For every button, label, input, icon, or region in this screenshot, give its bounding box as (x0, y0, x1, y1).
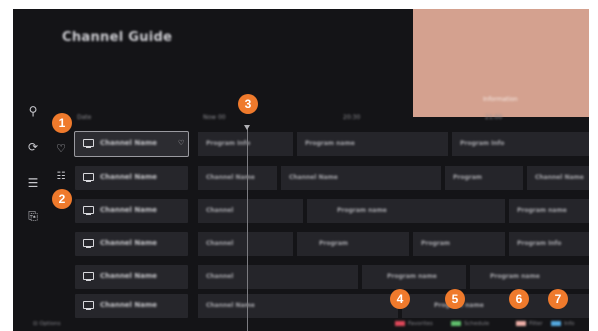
program-title: Program (421, 240, 451, 247)
program-title: Program name (490, 273, 540, 280)
callout-7: 7 (548, 289, 568, 309)
program-cell[interactable]: Program Info (452, 132, 589, 156)
callout-2: 2 (52, 189, 72, 209)
current-time-marker-icon (244, 125, 250, 130)
blue-key-label: Info (564, 321, 575, 327)
program-cell[interactable]: Program Info (509, 232, 589, 256)
options-hint: ⊡ Options (33, 321, 61, 327)
channel-name: Channel Name (100, 206, 158, 214)
program-cell[interactable]: Program name (509, 199, 589, 223)
program-cell[interactable]: Channel (198, 265, 358, 289)
program-cell[interactable]: Program (413, 232, 505, 256)
program-title: Program name (517, 207, 567, 214)
program-cell[interactable]: Program (297, 232, 409, 256)
channel-cell[interactable]: Channel Name (75, 232, 188, 256)
program-cell[interactable]: Program name (362, 265, 466, 289)
channel-name: Channel Name (100, 173, 158, 181)
program-title: Program name (387, 273, 437, 280)
channel-name: Channel Name (100, 139, 158, 147)
program-title: Channel (206, 273, 234, 280)
program-cell[interactable]: Program name (470, 265, 589, 289)
tv-icon (83, 173, 94, 183)
preview-window: Information (413, 9, 589, 117)
channel-cell[interactable]: Channel Name (75, 294, 188, 318)
channel-cell[interactable]: Channel Name (75, 265, 188, 289)
program-cell[interactable]: Program Info (198, 132, 293, 156)
tv-icon (83, 206, 94, 216)
red-key-icon (395, 321, 405, 326)
program-cell[interactable]: Channel Name (198, 166, 277, 190)
time-label-2: 21:00 (485, 114, 503, 121)
green-key-hint[interactable]: Schedule (451, 321, 489, 327)
program-title: Program (453, 174, 483, 181)
green-key-icon (451, 321, 461, 326)
current-time-line (247, 128, 248, 331)
tv-guide-screen: Channel Guide Information ⚲ ⟳ ☰ ⎘ ♡ ☷ Da… (13, 9, 589, 331)
refresh-icon[interactable]: ⟳ (25, 139, 41, 155)
tv-icon (83, 301, 94, 311)
date-label: Date (77, 114, 92, 121)
program-title: Channel Name (535, 174, 584, 181)
source-icon[interactable]: ⎘ (25, 208, 41, 224)
program-title: Program Info (517, 240, 562, 247)
blue-key-icon (551, 321, 561, 326)
program-title: Channel (206, 207, 234, 214)
program-title: Program Info (206, 140, 251, 147)
red-key-hint[interactable]: Favorites (395, 321, 433, 327)
program-title: Channel Name (289, 174, 338, 181)
channel-cell[interactable]: Channel Name (75, 199, 188, 223)
program-cell[interactable]: Channel (198, 199, 303, 223)
bottom-bar: ⊡ Options Favorites Schedule Filter Info (13, 317, 589, 331)
time-label-1: 20:30 (343, 114, 361, 121)
guide-row: Channel Name Channel Program Program Pro… (75, 232, 589, 258)
time-label-0: Now 00 (203, 114, 226, 121)
green-key-label: Schedule (464, 321, 490, 327)
channel-name: Channel Name (100, 272, 158, 280)
favorite-marker-icon: ♡ (178, 139, 185, 147)
callout-1: 1 (52, 113, 72, 133)
search-icon[interactable]: ⚲ (25, 103, 41, 119)
blue-key-hint[interactable]: Info (551, 321, 574, 327)
channel-name: Channel Name (100, 301, 158, 309)
channel-name: Channel Name (100, 239, 158, 247)
channel-cell[interactable]: Channel Name ♡ (74, 131, 189, 157)
favorites-heart-icon[interactable]: ♡ (53, 141, 69, 157)
program-cell[interactable]: Program name (307, 199, 505, 223)
red-key-label: Favorites (408, 321, 433, 327)
tv-icon (83, 272, 94, 282)
tv-icon (83, 239, 94, 249)
program-cell[interactable]: Program (445, 166, 523, 190)
program-title: Program name (337, 207, 387, 214)
back-icon: ⊡ (33, 321, 38, 327)
tv-icon (83, 139, 94, 149)
program-cell[interactable]: Channel Name (198, 294, 398, 318)
guide-row: Channel Name Channel Name Channel Name P… (75, 166, 589, 192)
program-cell[interactable]: Program name (297, 132, 448, 156)
preview-label: Information (483, 96, 518, 103)
yellow-key-icon (516, 321, 526, 326)
program-cell[interactable]: Channel Name (527, 166, 589, 190)
guide-icon[interactable]: ☰ (25, 175, 41, 191)
guide-row: Channel Name ♡ Program Info Program name… (74, 131, 589, 158)
callout-4: 4 (390, 289, 410, 309)
yellow-key-label: Filter (529, 321, 543, 327)
channel-list-icon[interactable]: ☷ (53, 169, 69, 185)
page-title: Channel Guide (62, 30, 173, 45)
program-title: Program name (305, 140, 355, 147)
yellow-key-hint[interactable]: Filter (516, 321, 543, 327)
guide-row: Channel Name Channel Program name Progra… (75, 265, 589, 291)
callout-5: 5 (445, 289, 465, 309)
program-title: Program Info (460, 140, 505, 147)
callout-6: 6 (509, 289, 529, 309)
channel-cell[interactable]: Channel Name (75, 166, 188, 190)
program-cell[interactable]: Channel (198, 232, 293, 256)
program-title: Program (319, 240, 349, 247)
options-hint-label: Options (39, 321, 61, 327)
guide-row: Channel Name Channel Program name Progra… (75, 199, 589, 225)
program-cell[interactable]: Channel Name (281, 166, 441, 190)
callout-3: 3 (238, 94, 258, 114)
program-title: Channel (206, 240, 234, 247)
